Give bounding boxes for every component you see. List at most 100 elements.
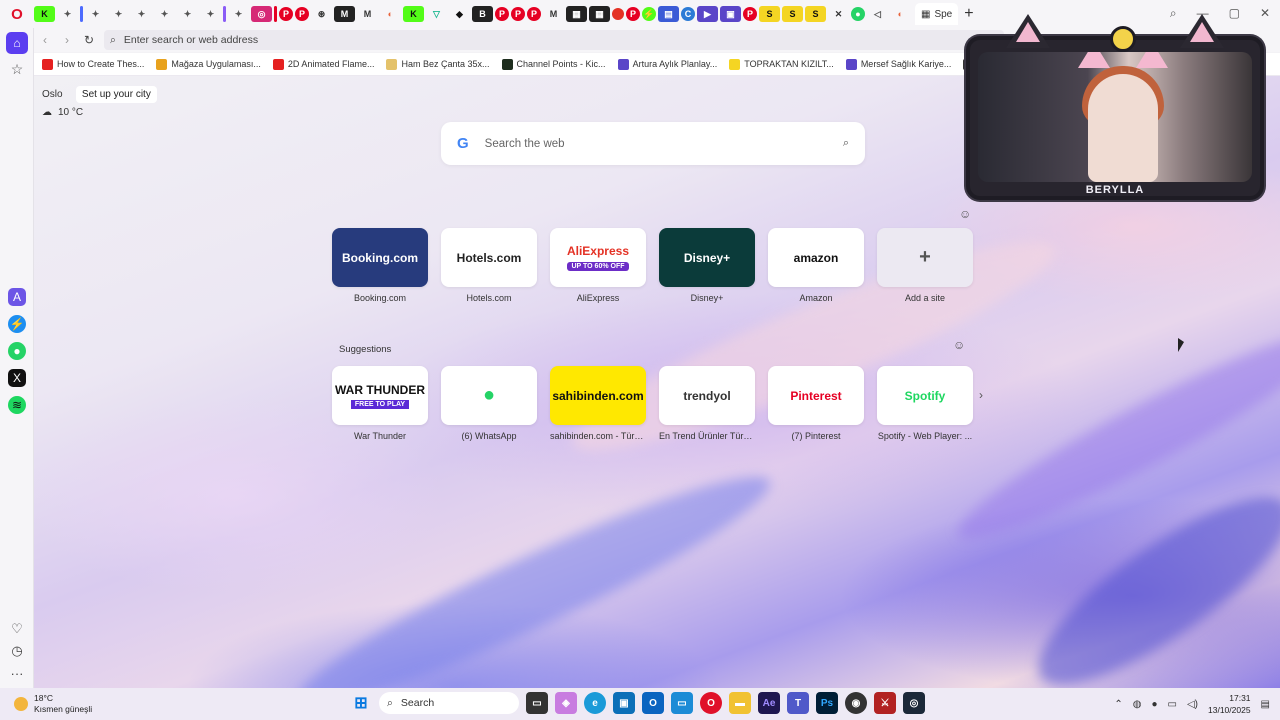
green-tab-icon[interactable]: ● bbox=[851, 7, 865, 21]
address-bar[interactable]: ⌕ Enter search or web address bbox=[104, 30, 1004, 50]
suggestion-tile[interactable]: trendyol En Trend Ürünler Türkiy... bbox=[659, 366, 755, 441]
clock[interactable]: 17:31 13/10/2025 bbox=[1208, 692, 1251, 716]
notifications-icon[interactable]: ▤ bbox=[1261, 699, 1270, 710]
smiley-icon[interactable]: ☺ bbox=[953, 338, 965, 352]
blue-tab-icon[interactable]: ▤ bbox=[658, 6, 679, 22]
bookmark-item[interactable]: Mersef Sağlık Kariye... bbox=[845, 58, 951, 70]
reload-button[interactable]: ↻ bbox=[78, 33, 100, 47]
dark-tab-icon[interactable]: ▦ bbox=[589, 6, 610, 22]
suggestion-tile[interactable]: WAR THUNDER FREE TO PLAY War Thunder bbox=[332, 366, 428, 441]
store-icon[interactable]: ▣ bbox=[613, 692, 635, 714]
speed-dial-tile[interactable]: amazon Amazon bbox=[768, 228, 864, 303]
back-button[interactable]: ‹ bbox=[34, 33, 56, 47]
chatgpt-tab-icon[interactable]: ⊛ bbox=[311, 6, 332, 22]
dark-tab-icon[interactable]: ▦ bbox=[566, 6, 587, 22]
pinterest-tab-icon[interactable]: P bbox=[527, 7, 541, 21]
search-box[interactable]: G Search the web ⌕ bbox=[441, 122, 865, 165]
search-icon[interactable]: ⌕ bbox=[843, 137, 849, 150]
tools-tab-icon[interactable]: ✕ bbox=[828, 6, 849, 22]
speed-dial-tile[interactable]: Hotels.com Hotels.com bbox=[441, 228, 537, 303]
kick-tab-icon[interactable]: K bbox=[403, 6, 424, 22]
kick-tab-icon[interactable]: K bbox=[34, 6, 55, 22]
speed-dial-tile[interactable]: Disney+ Disney+ bbox=[659, 228, 755, 303]
opera-logo[interactable]: O bbox=[0, 0, 34, 28]
instagram-tab-icon[interactable]: ◎ bbox=[251, 6, 272, 22]
circle-tab-icon[interactable]: ◐ bbox=[890, 6, 911, 22]
speed-dial-tile[interactable]: AliExpress UP TO 60% OFF AliExpress bbox=[550, 228, 646, 303]
speed-dial-tile[interactable]: Booking.com Booking.com bbox=[332, 228, 428, 303]
s-tab-icon[interactable]: S bbox=[782, 6, 803, 22]
task-view-icon[interactable]: ▭ bbox=[526, 692, 548, 714]
photoshop-icon[interactable]: Ps bbox=[816, 692, 838, 714]
bookmark-item[interactable]: 2D Animated Flame... bbox=[272, 58, 374, 70]
copilot-icon[interactable]: ◈ bbox=[555, 692, 577, 714]
network-icon[interactable]: ◍ bbox=[1133, 699, 1142, 710]
opera-icon[interactable]: O bbox=[700, 692, 722, 714]
medium-tab-icon[interactable]: M bbox=[334, 6, 355, 22]
purple-tab-icon[interactable]: ▶ bbox=[697, 6, 718, 22]
blue-tab-icon[interactable]: C bbox=[681, 7, 695, 21]
mic-icon[interactable]: ● bbox=[1151, 699, 1157, 710]
smiley-icon[interactable]: ☺ bbox=[959, 207, 971, 221]
pinterest-tab-icon[interactable]: P bbox=[626, 7, 640, 21]
pin-tab-icon[interactable]: ✦ bbox=[200, 6, 221, 22]
suggestion-tile[interactable]: Spotify Spotify - Web Player: ... bbox=[877, 366, 973, 441]
pinterest-tab-icon[interactable]: P bbox=[511, 7, 525, 21]
pinterest-tab-icon[interactable]: P bbox=[295, 7, 309, 21]
messenger-icon[interactable]: ⚡ bbox=[8, 315, 26, 333]
bookmark-item[interactable]: How to Create Thes... bbox=[42, 58, 144, 70]
new-tab-button[interactable]: + bbox=[964, 5, 973, 23]
pinterest-tab-icon[interactable]: P bbox=[495, 7, 509, 21]
bookmark-item[interactable]: Ham Bez Çanta 35x... bbox=[386, 58, 490, 70]
steam-icon[interactable]: ◎ bbox=[903, 692, 925, 714]
game-icon[interactable]: ⚔ bbox=[874, 692, 896, 714]
suggestion-tile[interactable]: sahibinden.com sahibinden.com - Türki... bbox=[550, 366, 646, 441]
remote-icon[interactable]: ▭ bbox=[671, 692, 693, 714]
maximize-button[interactable]: ▢ bbox=[1229, 6, 1240, 21]
pinterest-tab-icon[interactable]: P bbox=[743, 7, 757, 21]
edge-icon[interactable]: e bbox=[584, 692, 606, 714]
triangle-tab-icon[interactable]: ▽ bbox=[426, 6, 447, 22]
suggestion-tile[interactable]: ● (6) WhatsApp bbox=[441, 366, 537, 441]
windows-start-icon[interactable]: ⊞ bbox=[350, 692, 372, 714]
s-tab-icon[interactable]: S bbox=[759, 6, 780, 22]
red-dot-tab-icon[interactable] bbox=[612, 8, 624, 20]
bookmark-item[interactable]: TOPRAKTAN KIZILT... bbox=[729, 58, 834, 70]
taskbar-weather[interactable]: 18°C Kısmen güneşli bbox=[14, 693, 92, 715]
weather-city[interactable]: Oslo bbox=[42, 89, 63, 100]
purple-tab-icon[interactable]: ▣ bbox=[720, 6, 741, 22]
circle-tab-icon[interactable]: ◐ bbox=[380, 6, 401, 22]
logo-tab-icon[interactable]: ◆ bbox=[449, 6, 470, 22]
bookmark-item[interactable]: Mağaza Uygulaması... bbox=[156, 58, 261, 70]
aria-icon[interactable]: A bbox=[8, 288, 26, 306]
forward-button[interactable]: › bbox=[56, 33, 78, 47]
gmail-tab-icon[interactable]: M bbox=[543, 6, 564, 22]
history-icon[interactable]: ◷ bbox=[6, 640, 28, 662]
bookmark-item[interactable]: Channel Points - Kic... bbox=[501, 58, 606, 70]
volume-icon[interactable]: ◁) bbox=[1187, 699, 1198, 710]
speed-dial-tile[interactable]: + Add a site bbox=[877, 228, 973, 303]
pin-tab-icon[interactable]: ✦ bbox=[131, 6, 152, 22]
suggestion-tile[interactable]: Pinterest (7) Pinterest bbox=[768, 366, 864, 441]
gmail-tab-icon[interactable]: M bbox=[357, 6, 378, 22]
x-icon[interactable]: X bbox=[8, 369, 26, 387]
chevron-right-icon[interactable]: › bbox=[979, 388, 983, 402]
chevron-up-icon[interactable]: ⌃ bbox=[1114, 699, 1122, 710]
heart-icon[interactable]: ♡ bbox=[6, 618, 28, 640]
pin-tab-icon[interactable]: ✦ bbox=[154, 6, 175, 22]
teams-icon[interactable]: T bbox=[787, 692, 809, 714]
active-tab[interactable]: ▦ Spe bbox=[915, 3, 959, 25]
home-icon[interactable]: ⌂ bbox=[6, 32, 28, 54]
display-icon[interactable]: ▭ bbox=[1168, 699, 1177, 710]
more-icon[interactable]: ··· bbox=[6, 662, 28, 684]
search-tabs-icon[interactable]: ⌕ bbox=[1170, 6, 1177, 21]
obs-icon[interactable]: ◉ bbox=[845, 692, 867, 714]
green-tab-icon[interactable]: ⚡ bbox=[642, 7, 656, 21]
pin-tab-icon[interactable]: ✦ bbox=[108, 6, 129, 22]
taskbar-search[interactable]: ⌕ Search bbox=[379, 692, 519, 714]
pin-tab-icon[interactable]: ✦ bbox=[177, 6, 198, 22]
spotify-icon[interactable]: ≋ bbox=[8, 396, 26, 414]
star-icon[interactable]: ☆ bbox=[6, 58, 28, 80]
pin-tab-icon[interactable]: ✦ bbox=[85, 6, 106, 22]
s-tab-icon[interactable]: S bbox=[805, 6, 826, 22]
